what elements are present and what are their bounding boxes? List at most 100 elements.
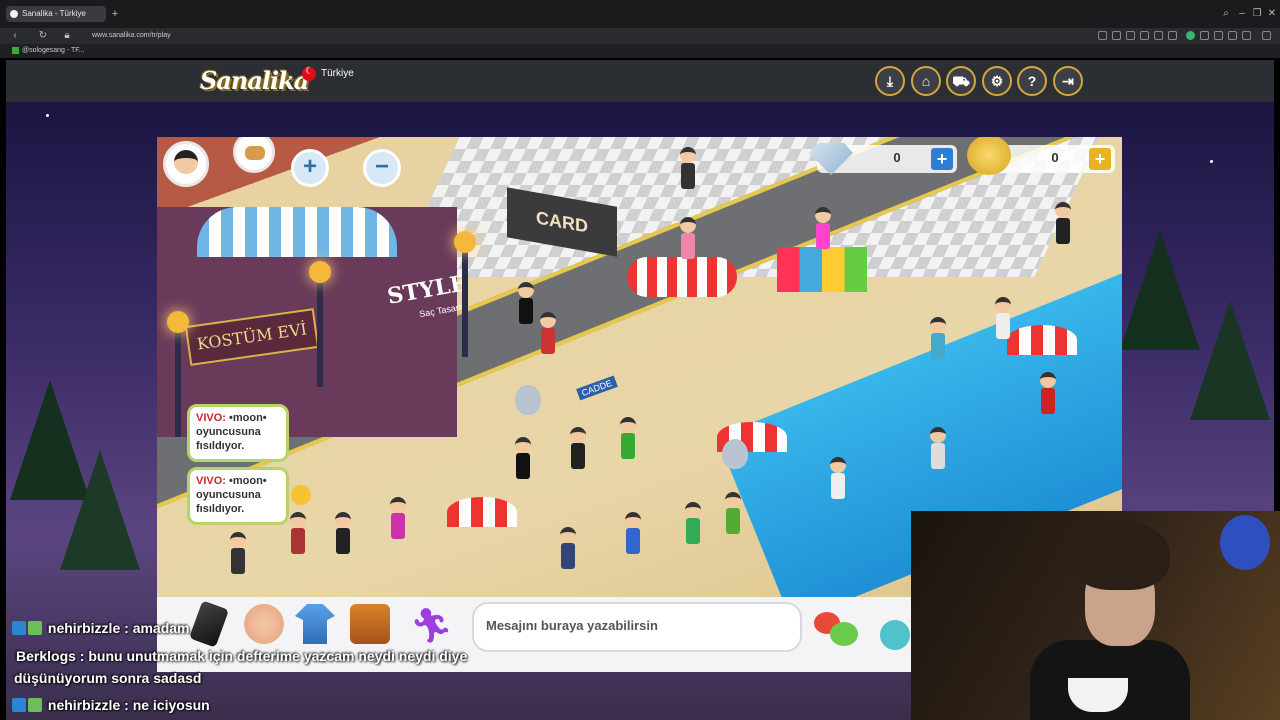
- beach-umbrella: [447, 497, 517, 527]
- zoom-in-button[interactable]: +: [291, 149, 329, 187]
- player-avatar[interactable]: [515, 282, 537, 324]
- avatar-head: [830, 457, 846, 473]
- download-browser-icon[interactable]: [1228, 31, 1237, 40]
- back-icon[interactable]: ‹: [8, 28, 22, 44]
- download-button[interactable]: ⤓: [875, 66, 905, 96]
- security-icon[interactable]: 🔒︎: [60, 28, 74, 44]
- player-avatar[interactable]: [557, 527, 579, 569]
- url-input[interactable]: www.sanalika.com/tr/play: [92, 28, 171, 44]
- heart-icon[interactable]: [1168, 31, 1177, 40]
- close-icon[interactable]: ✕: [1264, 6, 1280, 22]
- help-button[interactable]: ?: [1017, 66, 1047, 96]
- chat-bubble-green-icon: [830, 622, 858, 646]
- menu-icon[interactable]: [1262, 31, 1271, 40]
- chat-text: düşünüyorum sonra sadasd: [14, 670, 202, 686]
- alien-avatar[interactable]: [515, 385, 541, 415]
- player-avatar[interactable]: [537, 312, 559, 354]
- avatar-body: [231, 548, 245, 574]
- street-lamp: [309, 261, 331, 387]
- alien-avatar[interactable]: [722, 439, 748, 469]
- sidebar-icon[interactable]: [1214, 31, 1223, 40]
- coin-counter: 0 +: [967, 137, 1115, 175]
- logout-icon: ⇥: [1062, 73, 1074, 89]
- address-bar: [0, 28, 1280, 44]
- dance-icon[interactable]: 🏃︎: [410, 606, 453, 646]
- buy-diamonds-button[interactable]: +: [931, 148, 953, 170]
- player-avatar[interactable]: [617, 417, 639, 459]
- bookmark-icon[interactable]: [1126, 31, 1135, 40]
- avatar-head: [230, 532, 246, 548]
- buy-coins-button[interactable]: +: [1089, 148, 1111, 170]
- bag-icon[interactable]: [350, 604, 390, 644]
- player-avatar[interactable]: [992, 297, 1014, 339]
- avatar-head: [625, 512, 641, 528]
- extension-icon[interactable]: [1112, 31, 1121, 40]
- avatar-body: [541, 328, 555, 354]
- player-avatar[interactable]: [677, 147, 699, 189]
- avatar-head: [540, 312, 556, 328]
- chat-message-input[interactable]: Mesajını buraya yazabilirsin: [472, 602, 802, 652]
- player-avatar[interactable]: [332, 512, 354, 554]
- sonic-mascot: [1220, 515, 1270, 570]
- player-avatar[interactable]: [387, 497, 409, 539]
- settings-button[interactable]: ⚙: [982, 66, 1012, 96]
- player-avatar[interactable]: [682, 502, 704, 544]
- ai-icon[interactable]: [1242, 31, 1251, 40]
- maximize-icon[interactable]: ❐: [1249, 6, 1265, 22]
- home-icon: ⌂: [921, 73, 931, 89]
- shield-icon[interactable]: [1140, 31, 1149, 40]
- favicon-icon: [10, 10, 18, 18]
- sanalika-logo[interactable]: Sanalika: [200, 66, 309, 95]
- camera-icon[interactable]: [1200, 31, 1209, 40]
- browser-tab[interactable]: Sanalika - Türkiye: [6, 6, 106, 22]
- player-avatar[interactable]: [1052, 202, 1074, 244]
- player-portrait[interactable]: [163, 141, 209, 187]
- avatar-body: [931, 333, 945, 359]
- handshake-icon[interactable]: [244, 604, 284, 644]
- player-avatar[interactable]: [227, 532, 249, 574]
- avatar-body: [626, 528, 640, 554]
- avatar-body: [571, 443, 585, 469]
- help-face-icon[interactable]: [880, 620, 910, 650]
- bookmark-item[interactable]: @sologesang - TF...: [12, 44, 85, 58]
- minimize-icon[interactable]: –: [1234, 6, 1250, 22]
- logout-button[interactable]: ⇥: [1053, 66, 1083, 96]
- player-avatar[interactable]: [927, 427, 949, 469]
- avatar-head: [1040, 372, 1056, 388]
- player-avatar[interactable]: [827, 457, 849, 499]
- avatar-head: [290, 512, 306, 528]
- avatar-head: [518, 282, 534, 298]
- play-icon[interactable]: [1154, 31, 1163, 40]
- shop-awning: [197, 207, 397, 257]
- stream-chat-message: düşünüyorum sonra sadasd: [14, 670, 201, 686]
- zoom-icon[interactable]: [1098, 31, 1107, 40]
- reload-icon[interactable]: ↻: [36, 28, 50, 44]
- street-lamp: [454, 231, 476, 357]
- search-tabs-icon[interactable]: ⌕: [1218, 6, 1234, 22]
- whisper-sender: VIVO:: [196, 412, 226, 424]
- pine-tree: [1190, 300, 1270, 420]
- zoom-out-button[interactable]: −: [363, 149, 401, 187]
- shop-button[interactable]: ⛟: [946, 66, 976, 96]
- avatar-body: [336, 528, 350, 554]
- player-avatar[interactable]: [512, 437, 534, 479]
- player-avatar[interactable]: [812, 207, 834, 249]
- chat-user: nehirbizzle: [47, 620, 121, 636]
- new-tab-button[interactable]: +: [108, 6, 122, 22]
- avatar-head: [335, 512, 351, 528]
- chat-badge-icon: [12, 621, 26, 635]
- player-avatar[interactable]: [287, 512, 309, 554]
- profile-icon[interactable]: [1186, 31, 1195, 40]
- avatar-head: [685, 502, 701, 518]
- candy-counter: [627, 257, 737, 297]
- player-avatar[interactable]: [677, 217, 699, 259]
- country-label: Türkiye: [321, 68, 354, 79]
- player-avatar[interactable]: [622, 512, 644, 554]
- player-avatar[interactable]: [927, 317, 949, 359]
- home-button[interactable]: ⌂: [911, 66, 941, 96]
- player-avatar[interactable]: [722, 492, 744, 534]
- avatar-body: [561, 543, 575, 569]
- avatar-head: [930, 427, 946, 443]
- player-avatar[interactable]: [567, 427, 589, 469]
- player-avatar[interactable]: [1037, 372, 1059, 414]
